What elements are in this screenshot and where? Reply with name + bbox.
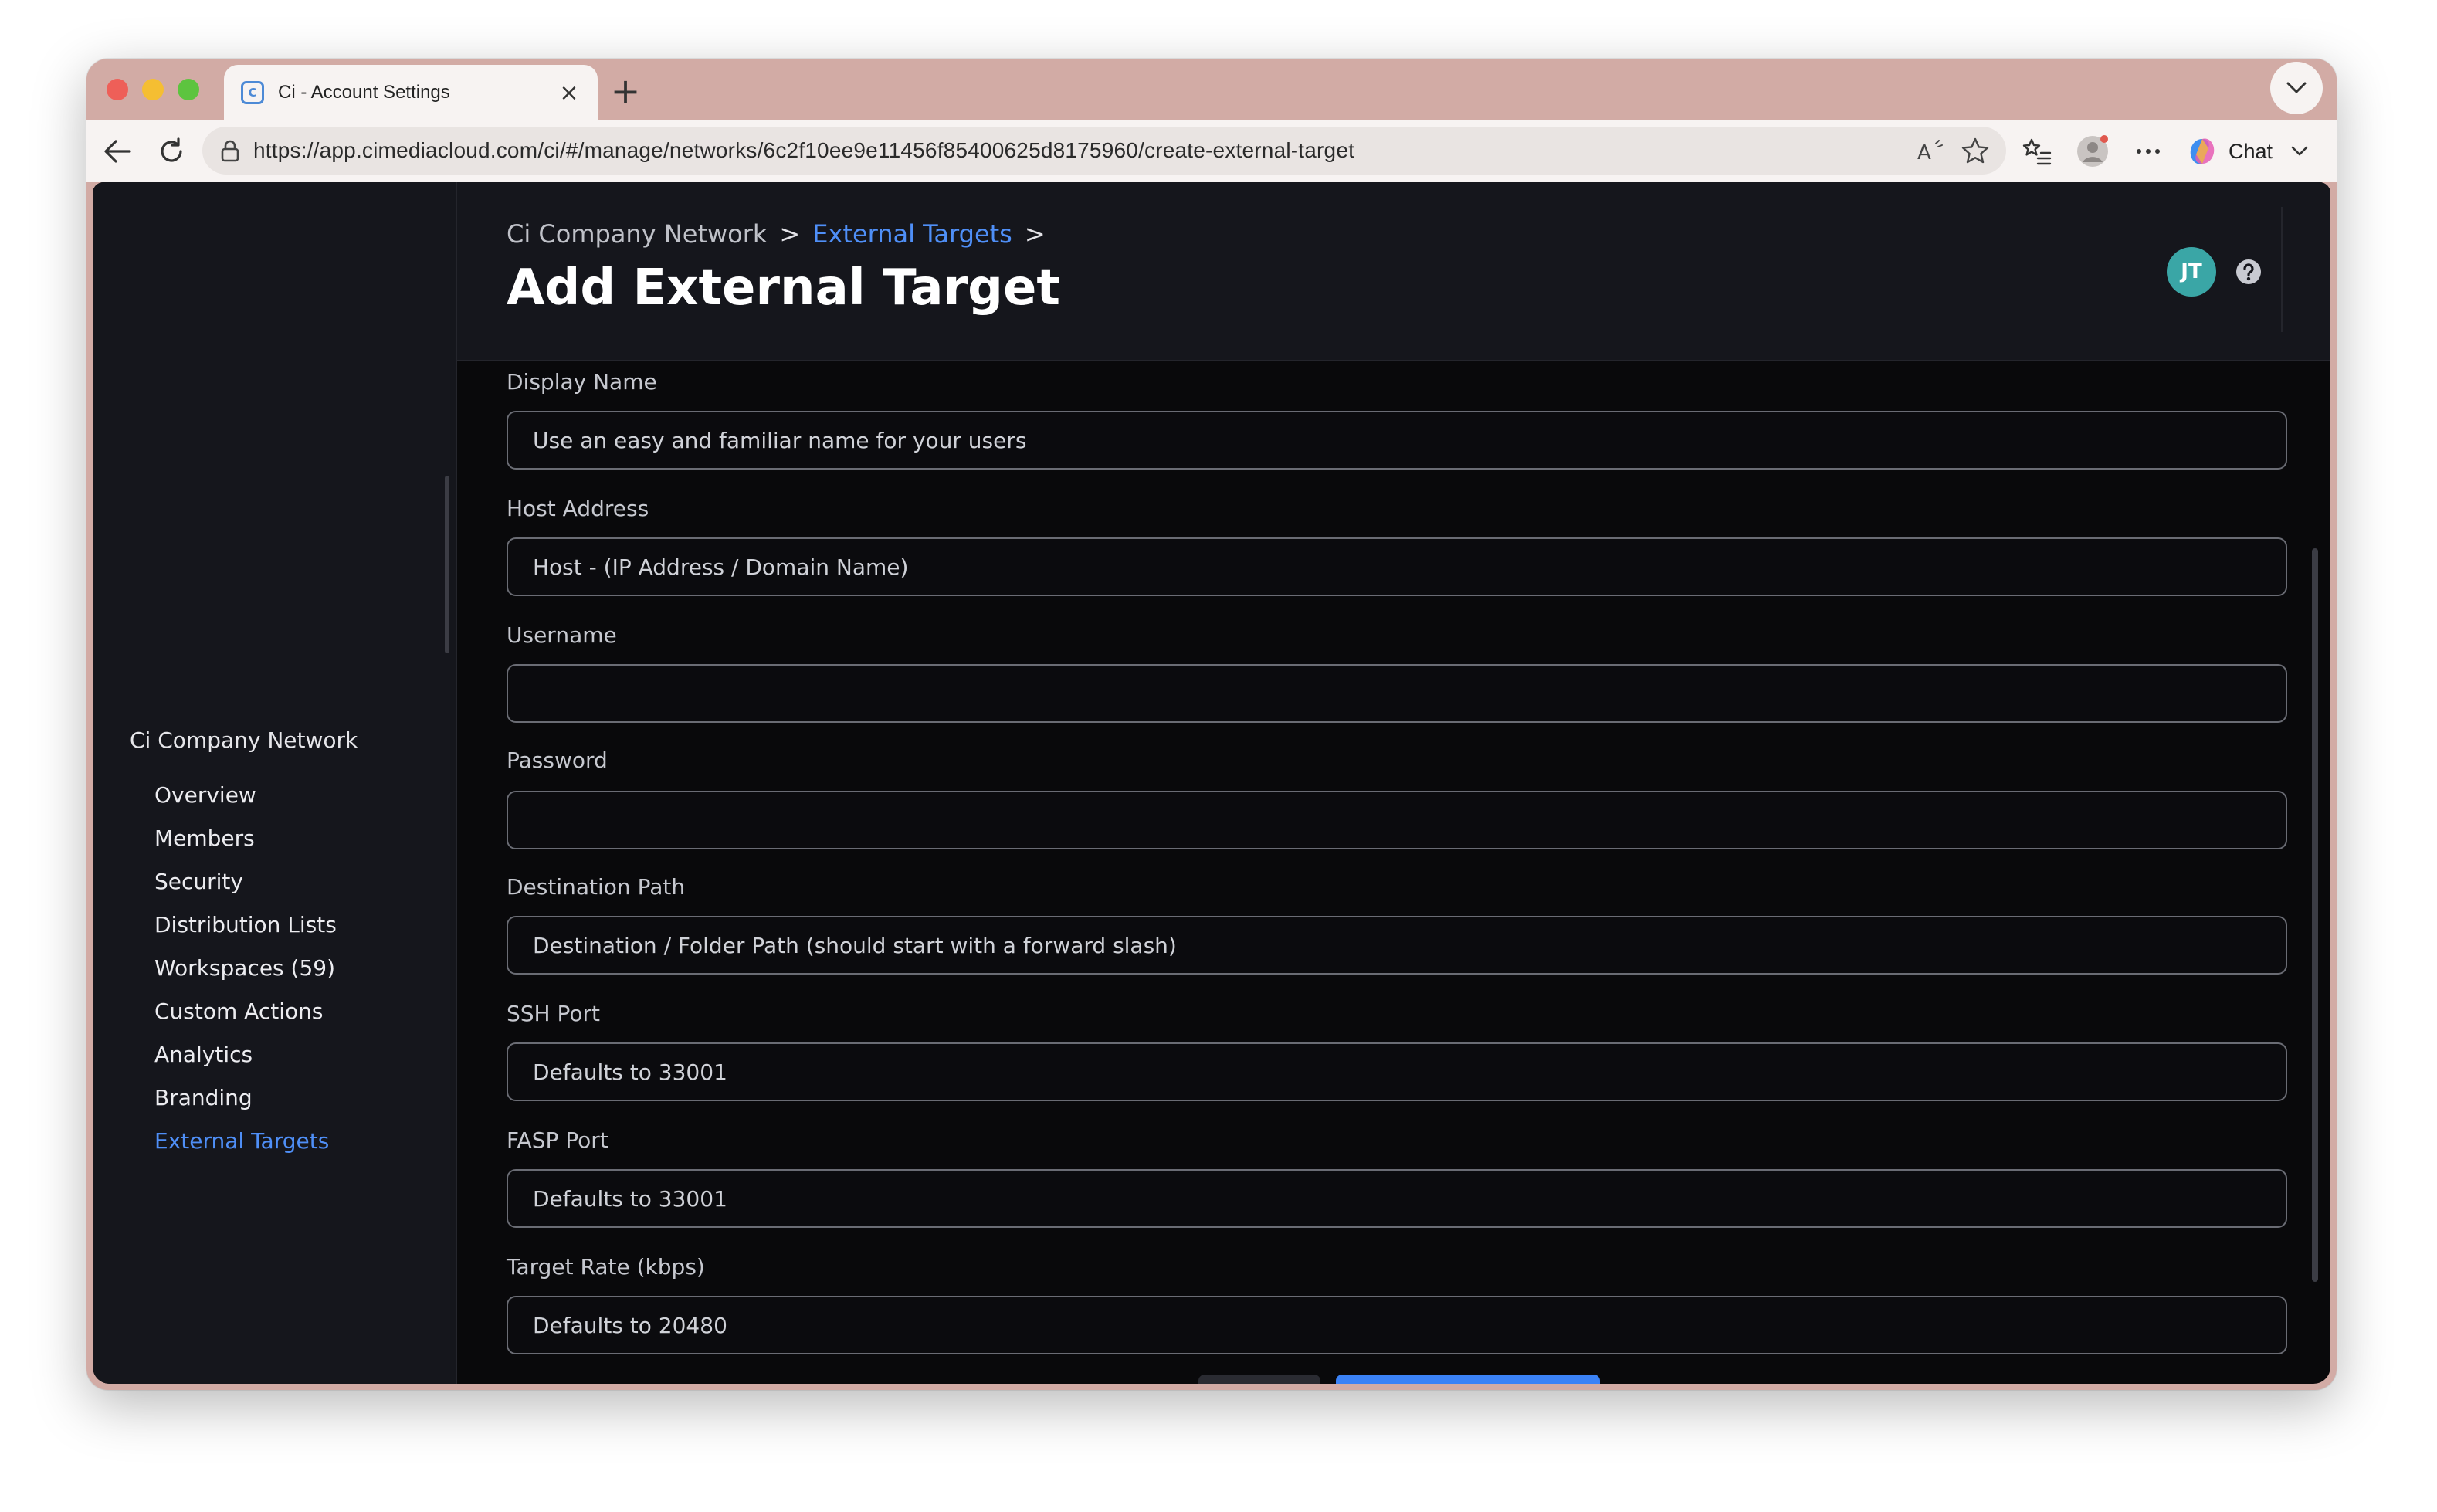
chat-label: Chat bbox=[2229, 139, 2273, 163]
maximize-window-button[interactable] bbox=[178, 79, 199, 100]
favorites-list-icon bbox=[2022, 138, 2052, 165]
sidebar-item-distribution-lists[interactable]: Distribution Lists bbox=[154, 903, 337, 947]
help-icon bbox=[2236, 259, 2261, 284]
new-tab-button[interactable]: + bbox=[604, 69, 647, 113]
more-options-button[interactable] bbox=[2128, 131, 2168, 171]
browser-tab-active[interactable]: C Ci - Account Settings × bbox=[224, 65, 598, 120]
back-button[interactable] bbox=[97, 131, 137, 171]
sidebar-scrollbar[interactable] bbox=[445, 476, 449, 653]
breadcrumb-separator: > bbox=[779, 219, 801, 249]
chevron-down-icon[interactable] bbox=[2291, 146, 2308, 157]
host-address-label: Host Address bbox=[507, 496, 649, 521]
url-text[interactable]: https://app.cimediacloud.com/ci/#/manage… bbox=[253, 138, 1904, 163]
destination-path-label: Destination Path bbox=[507, 874, 686, 900]
chat-button[interactable]: Chat bbox=[2185, 130, 2308, 173]
header-divider bbox=[2281, 207, 2283, 332]
ssh-port-label: SSH Port bbox=[507, 1001, 601, 1026]
fasp-port-input[interactable]: Defaults to 33001 bbox=[507, 1169, 2287, 1228]
tab-actions-button[interactable] bbox=[2270, 62, 2323, 114]
chevron-down-icon bbox=[2286, 82, 2307, 93]
help-button[interactable] bbox=[2233, 256, 2264, 287]
ci-favicon-icon: C bbox=[241, 81, 264, 104]
username-label: Username bbox=[507, 622, 617, 648]
target-rate-input[interactable]: Defaults to 20480 bbox=[507, 1296, 2287, 1354]
sidebar-item-custom-actions[interactable]: Custom Actions bbox=[154, 990, 337, 1033]
sidebar: Ci Company Network Overview Members Secu… bbox=[93, 182, 457, 1384]
sidebar-item-members[interactable]: Members bbox=[154, 817, 337, 860]
password-label: Password bbox=[507, 748, 608, 773]
sidebar-item-branding[interactable]: Branding bbox=[154, 1076, 337, 1120]
lock-icon[interactable] bbox=[216, 137, 244, 164]
close-window-button[interactable] bbox=[107, 79, 128, 100]
profile-avatar-icon bbox=[2077, 135, 2108, 167]
user-avatar[interactable]: JT bbox=[2167, 247, 2216, 297]
host-address-input[interactable]: Host - (IP Address / Domain Name) bbox=[507, 537, 2287, 596]
fasp-port-label: FASP Port bbox=[507, 1127, 608, 1153]
profile-button[interactable] bbox=[2073, 131, 2113, 171]
ssh-port-input[interactable]: Defaults to 33001 bbox=[507, 1042, 2287, 1101]
display-name-input[interactable]: Use an easy and familiar name for your u… bbox=[507, 411, 2287, 470]
browser-window: C Ci - Account Settings × + https://app.… bbox=[86, 59, 2337, 1390]
breadcrumb: Ci Company Network > External Targets > bbox=[507, 219, 1058, 249]
target-rate-label: Target Rate (kbps) bbox=[507, 1254, 705, 1280]
app-viewport: Ci Company Network Overview Members Secu… bbox=[93, 182, 2330, 1384]
address-bar[interactable]: https://app.cimediacloud.com/ci/#/manage… bbox=[202, 127, 2006, 175]
favorite-star-icon[interactable] bbox=[1957, 132, 1994, 169]
svg-text:A: A bbox=[1917, 141, 1931, 162]
sidebar-item-analytics[interactable]: Analytics bbox=[154, 1033, 337, 1076]
tab-title: Ci - Account Settings bbox=[278, 82, 450, 103]
display-name-label: Display Name bbox=[507, 369, 657, 395]
sidebar-item-security[interactable]: Security bbox=[154, 860, 337, 903]
tab-strip: C Ci - Account Settings × + bbox=[86, 59, 2337, 120]
copilot-icon bbox=[2190, 138, 2215, 164]
password-input[interactable] bbox=[507, 791, 2287, 849]
page-header: Ci Company Network > External Targets > … bbox=[457, 182, 2330, 361]
username-input[interactable] bbox=[507, 664, 2287, 723]
browser-toolbar: https://app.cimediacloud.com/ci/#/manage… bbox=[86, 120, 2337, 182]
save-button[interactable] bbox=[1336, 1375, 1600, 1384]
breadcrumb-network[interactable]: Ci Company Network bbox=[507, 219, 767, 249]
reload-button[interactable] bbox=[151, 131, 192, 171]
sidebar-item-overview[interactable]: Overview bbox=[154, 774, 337, 817]
breadcrumb-external-targets[interactable]: External Targets bbox=[812, 219, 1012, 249]
back-arrow-icon bbox=[104, 140, 131, 163]
sidebar-nav: Overview Members Security Distribution L… bbox=[154, 774, 337, 1163]
minimize-window-button[interactable] bbox=[142, 79, 164, 100]
sidebar-item-workspaces[interactable]: Workspaces (59) bbox=[154, 947, 337, 990]
main-scrollbar[interactable] bbox=[2312, 548, 2318, 1282]
read-aloud-icon[interactable]: A bbox=[1912, 132, 1949, 169]
reload-icon bbox=[161, 137, 182, 162]
sidebar-section-title: Ci Company Network bbox=[130, 727, 358, 753]
close-tab-icon[interactable]: × bbox=[558, 80, 581, 107]
favorites-button[interactable] bbox=[2017, 131, 2057, 171]
destination-path-input[interactable]: Destination / Folder Path (should start … bbox=[507, 916, 2287, 975]
cancel-button[interactable] bbox=[1198, 1375, 1320, 1384]
page-title: Add External Target bbox=[507, 259, 1060, 317]
sidebar-item-external-targets[interactable]: External Targets bbox=[154, 1120, 337, 1163]
more-dots-icon bbox=[2137, 149, 2160, 154]
breadcrumb-separator: > bbox=[1024, 219, 1046, 249]
